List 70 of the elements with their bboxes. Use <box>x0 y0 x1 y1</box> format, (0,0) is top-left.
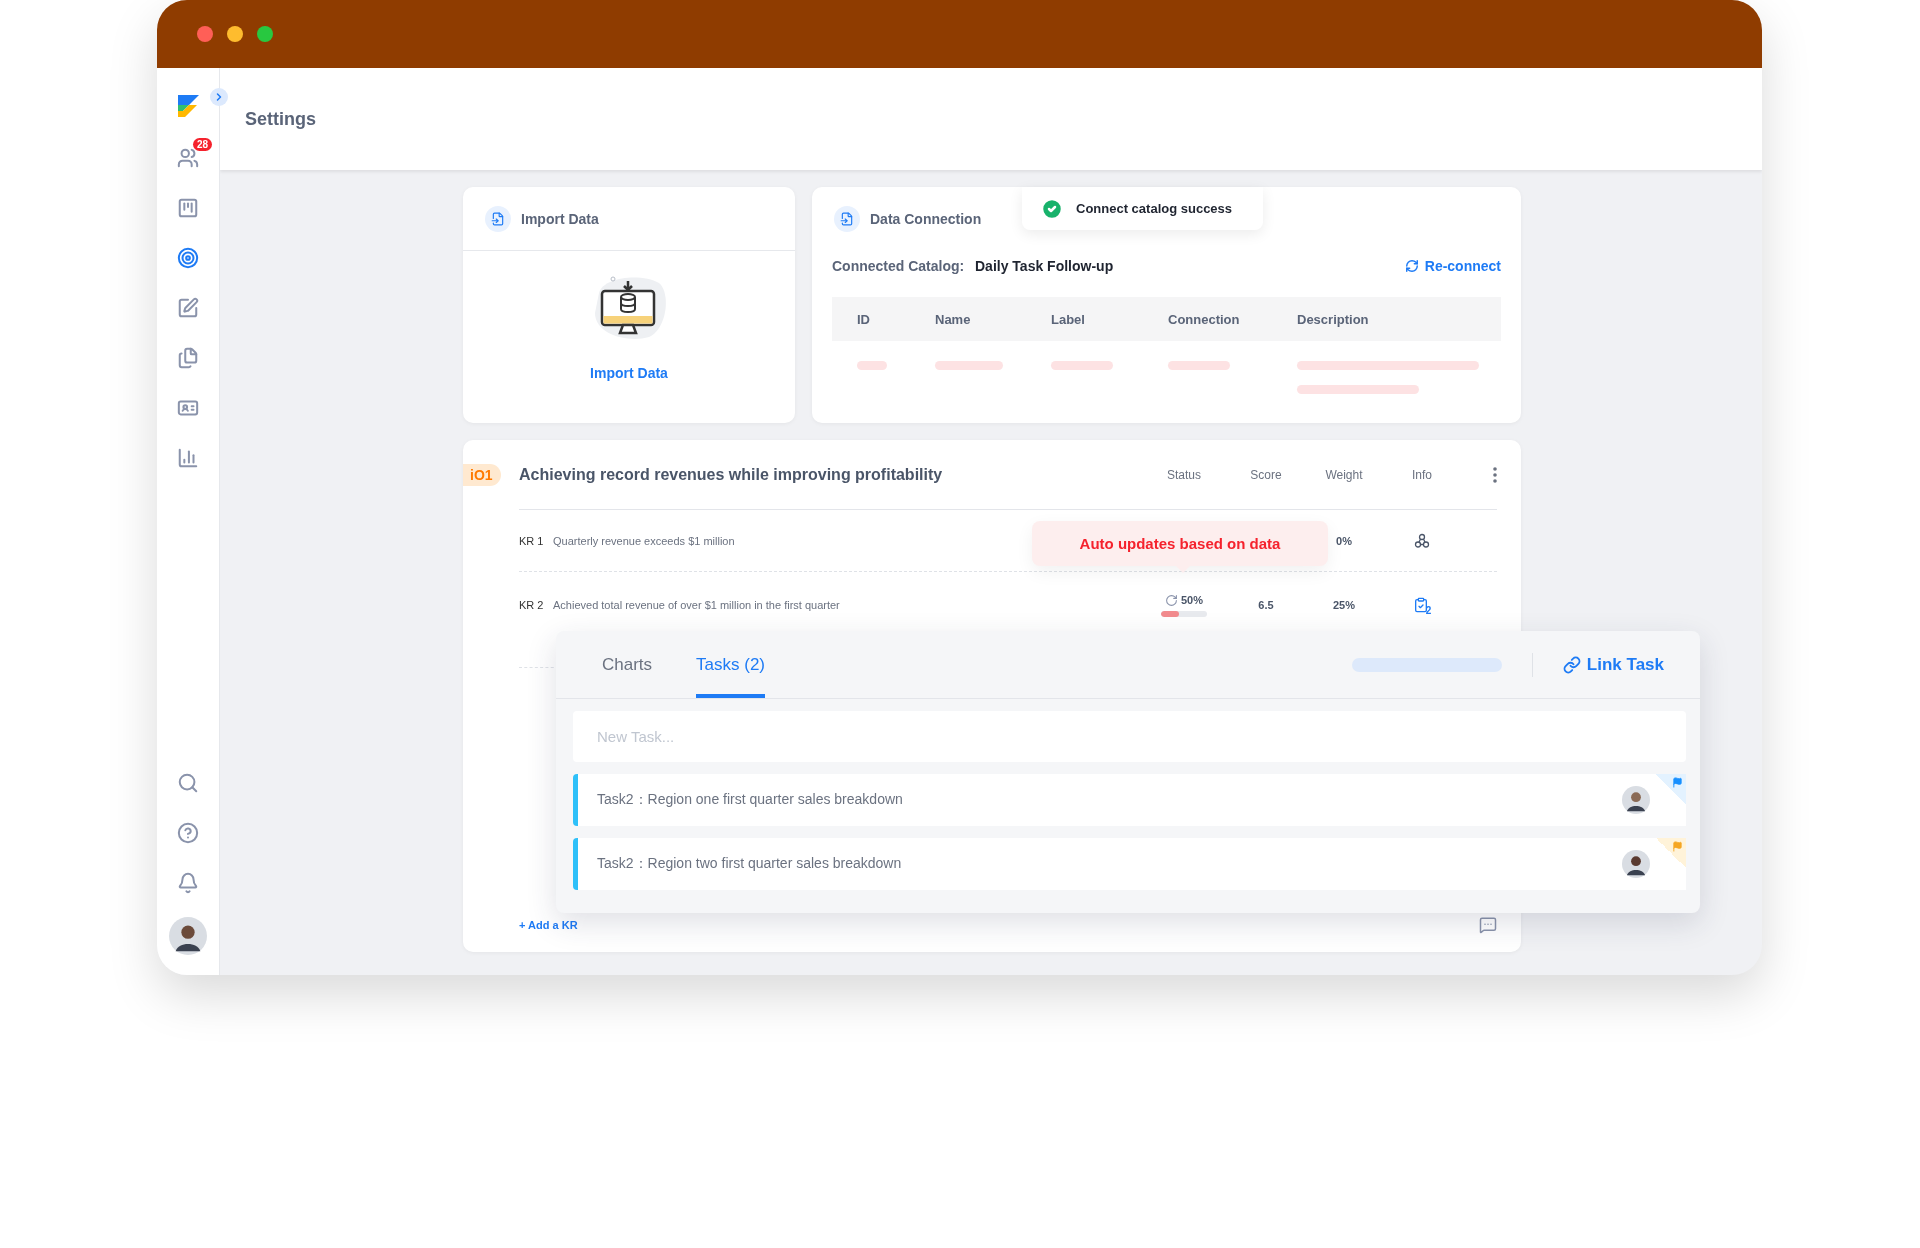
card-title: Data Connection <box>870 211 982 227</box>
target-icon <box>177 247 199 269</box>
import-link[interactable]: Import Data <box>590 365 668 381</box>
column-header: Description <box>1297 311 1370 327</box>
catalog-label: Connected Catalog: <box>832 258 966 274</box>
card-title: Import Data <box>521 210 599 227</box>
column-header: Weight <box>1324 467 1364 482</box>
files-icon <box>177 347 199 369</box>
page-title: Settings <box>245 108 316 130</box>
task-title: Task2：Region two first quarter sales breakdown <box>597 855 903 873</box>
column-header: Info <box>1411 467 1433 482</box>
pen-square-icon <box>177 297 199 319</box>
link-task-link[interactable]: Link Task <box>1562 654 1664 675</box>
link-icon <box>1562 655 1581 674</box>
kanban-icon <box>177 197 199 219</box>
count-badge: 28 <box>192 138 212 151</box>
kr-title: Achieved total revenue of over $1 million in the first quarter <box>553 599 840 611</box>
task-title: Task2：Region one first quarter sales breakdown <box>597 791 904 809</box>
tab[interactable]: Charts <box>602 631 653 698</box>
search-icon <box>177 772 199 794</box>
avatar <box>1622 786 1650 814</box>
new-task-field[interactable]: New Task... <box>573 711 1686 762</box>
task-row[interactable]: Task2：Region two first quarter sales breakdown <box>573 838 1686 890</box>
column-header: Name <box>935 311 972 327</box>
status-value: 50% <box>1181 594 1203 606</box>
toast-message: Connect catalog success <box>1076 201 1233 216</box>
app-logo <box>175 92 201 118</box>
refresh-icon <box>1165 593 1178 607</box>
close-control[interactable] <box>197 26 213 42</box>
avatar <box>169 917 207 955</box>
placeholder-bar <box>935 361 1003 370</box>
reconnect-link[interactable]: Re-connect <box>1404 258 1501 274</box>
bar-chart-icon <box>177 447 199 469</box>
weight-value: 25% <box>1333 599 1355 611</box>
help-icon <box>177 822 199 844</box>
placeholder-bar <box>1051 361 1113 370</box>
nodes-icon <box>1414 532 1430 549</box>
users-icon <box>177 147 199 169</box>
more-button[interactable] <box>1493 466 1497 483</box>
avatar <box>1622 850 1650 878</box>
refresh-icon <box>1404 259 1419 273</box>
kr-code: KR 1 <box>519 534 544 547</box>
file-import-icon <box>485 205 511 232</box>
placeholder-bar <box>857 361 887 370</box>
column-header: Connection <box>1168 311 1241 327</box>
objective-title: Achieving record revenues while improving profitability <box>519 465 943 484</box>
column-header: Status <box>1166 467 1202 482</box>
tab[interactable]: Tasks (2) <box>696 631 766 698</box>
tasks-button[interactable]: 2 <box>1412 597 1432 613</box>
placeholder-bar <box>1168 361 1230 370</box>
tooltip: Auto updates based on data <box>1032 521 1328 566</box>
more-icon <box>1493 466 1497 483</box>
add-kr-link[interactable]: + Add a KR <box>519 919 578 931</box>
weight-value: 0% <box>1336 534 1352 547</box>
kr-code: KR 2 <box>519 599 544 611</box>
bell-icon <box>177 872 199 894</box>
kr-title: Quarterly revenue exceeds $1 million <box>553 534 735 547</box>
column-header: Label <box>1051 311 1086 327</box>
tooltip-arrow <box>1176 566 1190 573</box>
maximize-control[interactable] <box>257 26 273 42</box>
score-value: 6.5 <box>1258 599 1274 611</box>
catalog-name: Daily Task Follow-up <box>975 258 1115 274</box>
objective-badge: iO1 <box>463 464 501 486</box>
column-header: ID <box>857 311 871 327</box>
comment-icon[interactable] <box>1479 916 1497 934</box>
file-import-icon <box>834 206 860 232</box>
expand-button[interactable] <box>210 88 228 106</box>
column-header: Score <box>1249 467 1283 482</box>
task-row[interactable]: Task2：Region one first quarter sales breakdown <box>573 774 1686 826</box>
minimize-control[interactable] <box>227 26 243 42</box>
